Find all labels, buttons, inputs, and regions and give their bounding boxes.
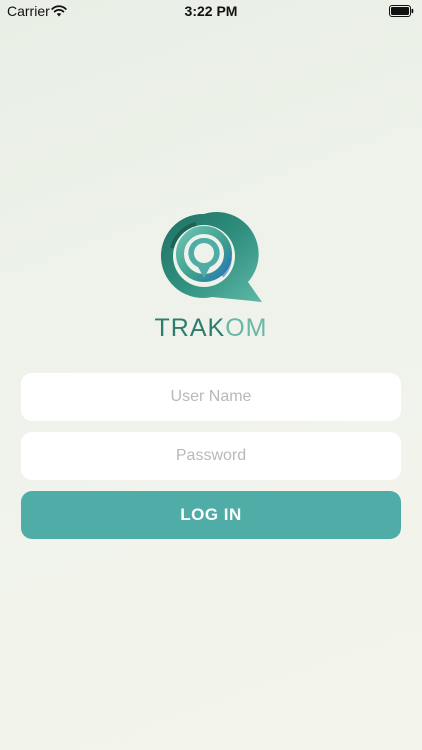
clock-label: 3:22 PM [184, 3, 238, 19]
status-bar: Carrier 3:22 PM [0, 0, 422, 22]
password-input[interactable] [21, 432, 401, 480]
battery-full-icon [389, 4, 414, 17]
logo-text-trak: TRAK [154, 314, 226, 342]
username-input[interactable] [21, 373, 401, 421]
app-logo: TRAKOM [152, 208, 270, 346]
login-button[interactable]: LOG IN [21, 491, 401, 539]
chat-bubble-location-icon [160, 212, 262, 302]
logo-wordmark: TRAKOM [152, 314, 270, 343]
logo-text-om: OM [225, 314, 268, 342]
